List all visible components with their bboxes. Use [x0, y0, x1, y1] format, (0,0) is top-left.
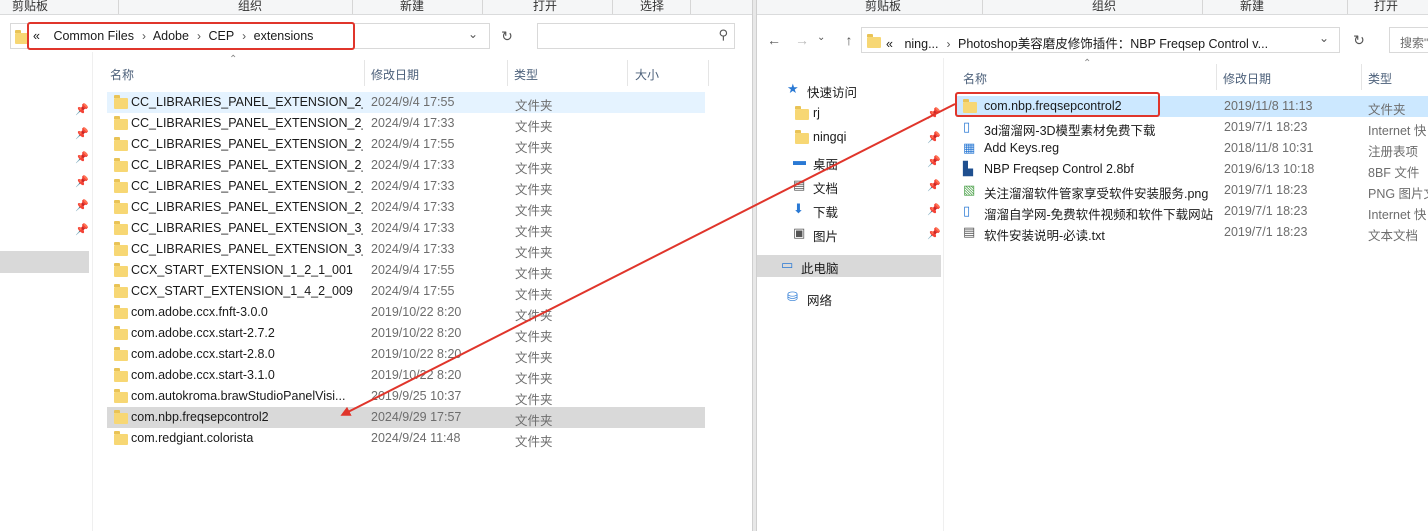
annotation-arrow	[340, 103, 956, 416]
